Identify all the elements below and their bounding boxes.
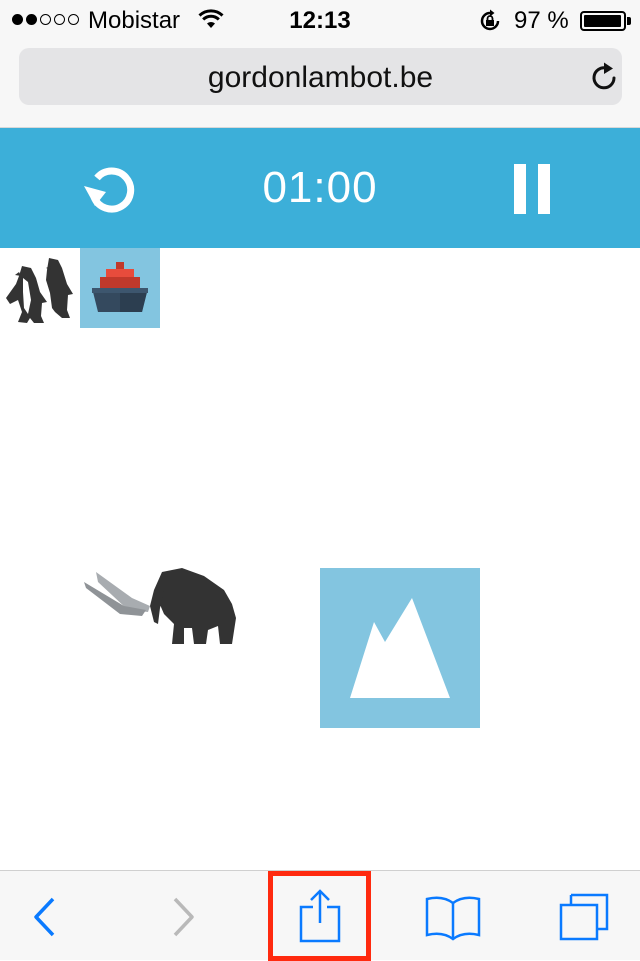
game-header: 01:00 <box>0 128 640 248</box>
mammoth-icon <box>84 568 236 644</box>
share-button-highlight <box>268 871 371 961</box>
address-bar[interactable]: gordonlambot.be <box>19 48 622 105</box>
battery-percentage: 97 % <box>514 7 569 34</box>
tabs-icon <box>559 893 609 941</box>
tile-penguins[interactable] <box>0 248 80 328</box>
reload-icon[interactable] <box>589 62 619 92</box>
penguins-icon <box>6 258 73 323</box>
mountain-icon <box>350 598 450 698</box>
tile-mountain[interactable] <box>320 568 480 728</box>
tabs-button[interactable] <box>540 871 630 961</box>
back-button[interactable] <box>0 871 90 961</box>
tile-mammoth[interactable] <box>80 560 240 660</box>
forward-icon <box>173 897 194 937</box>
battery-icon <box>580 11 626 31</box>
pause-icon-bar <box>538 164 550 214</box>
browser-address-area: gordonlambot.be <box>0 40 640 128</box>
browser-toolbar <box>0 870 640 961</box>
pause-icon <box>514 164 526 214</box>
ship-icon <box>92 262 148 312</box>
back-icon <box>34 897 55 937</box>
bookmarks-icon <box>425 896 481 941</box>
orientation-lock-icon <box>480 9 500 31</box>
status-bar: Mobistar 12:13 97 % <box>0 0 640 40</box>
forward-button[interactable] <box>140 871 230 961</box>
battery-tip <box>627 17 631 25</box>
pause-button[interactable] <box>514 164 550 214</box>
url-text[interactable]: gordonlambot.be <box>19 61 622 95</box>
tile-ship[interactable] <box>80 248 160 328</box>
bookmarks-button[interactable] <box>408 871 498 961</box>
